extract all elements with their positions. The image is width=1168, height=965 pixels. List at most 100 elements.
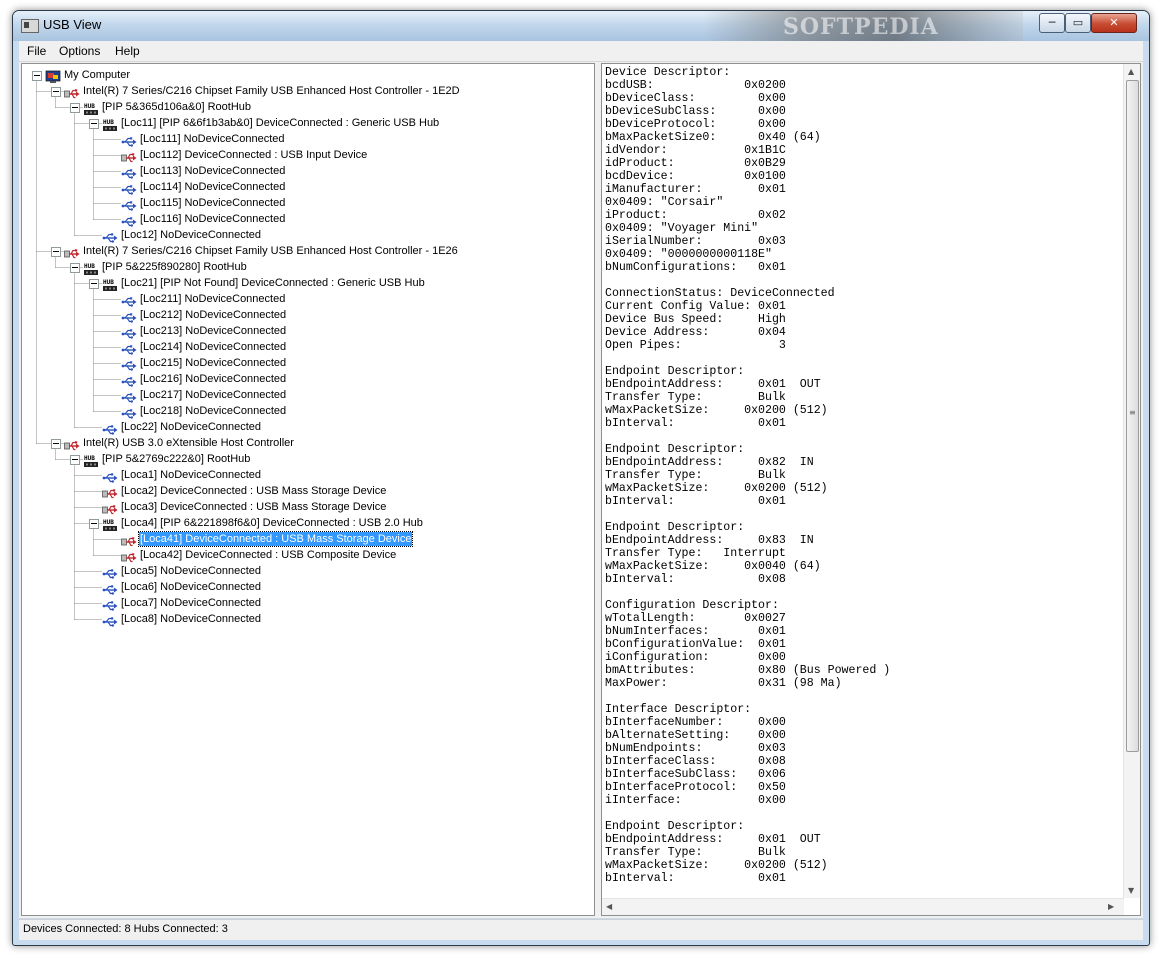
svg-text:HUB: HUB (103, 279, 114, 286)
tree-node[interactable]: [Loc214] NoDeviceConnected (139, 340, 287, 354)
app-icon[interactable] (21, 19, 39, 33)
usb-hub-icon: HUB (83, 101, 99, 115)
usb-port-icon (102, 581, 118, 595)
minus-glyph (72, 107, 78, 108)
tree-node[interactable]: [Loca4] [PIP 6&221898f6&0] DeviceConnect… (120, 516, 424, 530)
tree-node[interactable]: [PIP 5&2769c222&0] RootHub (101, 452, 251, 466)
tree-node[interactable]: [Loc212] NoDeviceConnected (139, 308, 287, 322)
tree-node[interactable]: Intel(R) 7 Series/C216 Chipset Family US… (82, 244, 459, 258)
tree-node[interactable]: [Loc12] NoDeviceConnected (120, 228, 262, 242)
minus-glyph (53, 251, 59, 252)
tree-node[interactable]: [Loca1] NoDeviceConnected (120, 468, 262, 482)
expander-minus-icon[interactable] (51, 247, 61, 257)
expander-minus-icon[interactable] (89, 279, 99, 289)
usb-port-icon (121, 389, 137, 403)
usb-device-icon (64, 437, 80, 451)
expander-minus-icon[interactable] (70, 263, 80, 273)
maximize-button[interactable]: ▭ (1065, 13, 1091, 33)
usb-port-icon (121, 165, 137, 179)
usb-device-icon (121, 549, 137, 563)
tree-node[interactable]: Intel(R) USB 3.0 eXtensible Host Control… (82, 436, 295, 450)
usb-hub-icon: HUB (83, 261, 99, 275)
usb-port-icon (121, 181, 137, 195)
tree-node[interactable]: [Loc116] NoDeviceConnected (139, 212, 286, 226)
expander-minus-icon[interactable] (32, 71, 42, 81)
tree-node[interactable]: [Loc218] NoDeviceConnected (139, 404, 287, 418)
usb-hub-icon: HUB (102, 517, 118, 531)
tree-node[interactable]: [Loc211] NoDeviceConnected (139, 292, 286, 306)
tree-node[interactable]: Intel(R) 7 Series/C216 Chipset Family US… (82, 84, 461, 98)
menu-options[interactable]: Options (59, 44, 100, 58)
minus-glyph (72, 267, 78, 268)
tree-node[interactable]: [Loc22] NoDeviceConnected (120, 420, 262, 434)
tree-node[interactable]: [Loc213] NoDeviceConnected (139, 324, 287, 338)
tree-node[interactable]: [Loc115] NoDeviceConnected (139, 196, 286, 210)
expander-minus-icon[interactable] (89, 119, 99, 129)
usb-port-icon (102, 421, 118, 435)
tree-node[interactable]: [Loca42] DeviceConnected : USB Composite… (139, 548, 397, 562)
svg-text:HUB: HUB (84, 263, 95, 270)
usb-port-icon (102, 565, 118, 579)
minus-glyph (91, 283, 97, 284)
tree-node[interactable]: [Loc216] NoDeviceConnected (139, 372, 287, 386)
expander-minus-icon[interactable] (70, 103, 80, 113)
tree-node[interactable]: [Loca3] DeviceConnected : USB Mass Stora… (120, 500, 387, 514)
svg-text:HUB: HUB (103, 519, 114, 526)
tree-node[interactable]: [Loca8] NoDeviceConnected (120, 612, 262, 626)
vertical-scroll-thumb[interactable]: ≡ (1126, 80, 1139, 752)
usb-port-icon (121, 133, 137, 147)
usb-port-icon (121, 357, 137, 371)
tree-node[interactable]: [Loca5] NoDeviceConnected (120, 564, 262, 578)
tree-node[interactable]: [PIP 5&365d106a&0] RootHub (101, 100, 252, 114)
usb-device-icon (102, 485, 118, 499)
usb-port-icon (121, 405, 137, 419)
client-area: My Computer Intel(R) 7 Series/C216 Chipse… (19, 62, 1143, 918)
expander-minus-icon[interactable] (51, 87, 61, 97)
scroll-left-icon[interactable]: ◀ (606, 902, 612, 911)
menu-file[interactable]: File (27, 44, 46, 58)
menu-bar: File Options Help (19, 41, 1143, 62)
expander-minus-icon[interactable] (51, 439, 61, 449)
menu-help[interactable]: Help (115, 44, 140, 58)
tree-node[interactable]: [Loca2] DeviceConnected : USB Mass Stora… (120, 484, 387, 498)
vertical-scrollbar[interactable]: ▲ ≡ ▼ (1123, 64, 1140, 898)
scroll-down-icon[interactable]: ▼ (1128, 886, 1134, 895)
tree-node[interactable]: [Loc215] NoDeviceConnected (139, 356, 287, 370)
tree-node[interactable]: [Loc11] [PIP 6&6f1b3ab&0] DeviceConnecte… (120, 116, 440, 130)
details-pane[interactable]: Device Descriptor: bcdUSB: 0x0200 bDevic… (601, 63, 1141, 916)
tree-node[interactable]: [Loca6] NoDeviceConnected (120, 580, 262, 594)
tree-node[interactable]: [Loc111] NoDeviceConnected (139, 132, 286, 146)
minus-glyph (53, 91, 59, 92)
tree-node[interactable]: [Loca7] NoDeviceConnected (120, 596, 262, 610)
minus-glyph (53, 443, 59, 444)
scroll-right-icon[interactable]: ▶ (1108, 902, 1114, 911)
usb-port-icon (102, 229, 118, 243)
tree-node[interactable]: My Computer (63, 68, 131, 82)
usb-device-icon (121, 533, 137, 547)
usb-port-icon (121, 373, 137, 387)
computer-icon (45, 69, 61, 83)
tree-node[interactable]: [Loc21] [PIP Not Found] DeviceConnected … (120, 276, 426, 290)
minimize-button[interactable]: ─ (1039, 13, 1065, 33)
svg-text:HUB: HUB (84, 103, 95, 110)
scroll-up-icon[interactable]: ▲ (1128, 67, 1134, 76)
close-button[interactable]: ✕ (1091, 13, 1137, 33)
horizontal-scrollbar[interactable]: ◀ ▶ (602, 898, 1124, 915)
tree-node[interactable]: [Loc113] NoDeviceConnected (139, 164, 286, 178)
expander-minus-icon[interactable] (70, 455, 80, 465)
usb-port-icon (121, 309, 137, 323)
expander-minus-icon[interactable] (89, 519, 99, 529)
tree-node-selected[interactable]: [Loca41] DeviceConnected : USB Mass Stor… (137, 531, 414, 547)
tree-node[interactable]: [Loc217] NoDeviceConnected (139, 388, 287, 402)
tree-node[interactable]: [Loc112] DeviceConnected : USB Input Dev… (139, 148, 368, 162)
usb-port-icon (102, 613, 118, 627)
minus-glyph (34, 75, 40, 76)
tree-node[interactable]: [PIP 5&225f890280] RootHub (101, 260, 248, 274)
title-bar[interactable]: SOFTPEDIA USB View ─ ▭ ✕ (13, 11, 1149, 41)
device-tree[interactable]: My Computer Intel(R) 7 Series/C216 Chipse… (21, 63, 595, 916)
app-window: SOFTPEDIA USB View ─ ▭ ✕ File Options He… (12, 10, 1150, 946)
tree-node[interactable]: [Loc114] NoDeviceConnected (139, 180, 286, 194)
usb-device-icon (102, 501, 118, 515)
usb-port-icon (102, 469, 118, 483)
svg-text:HUB: HUB (103, 119, 114, 126)
